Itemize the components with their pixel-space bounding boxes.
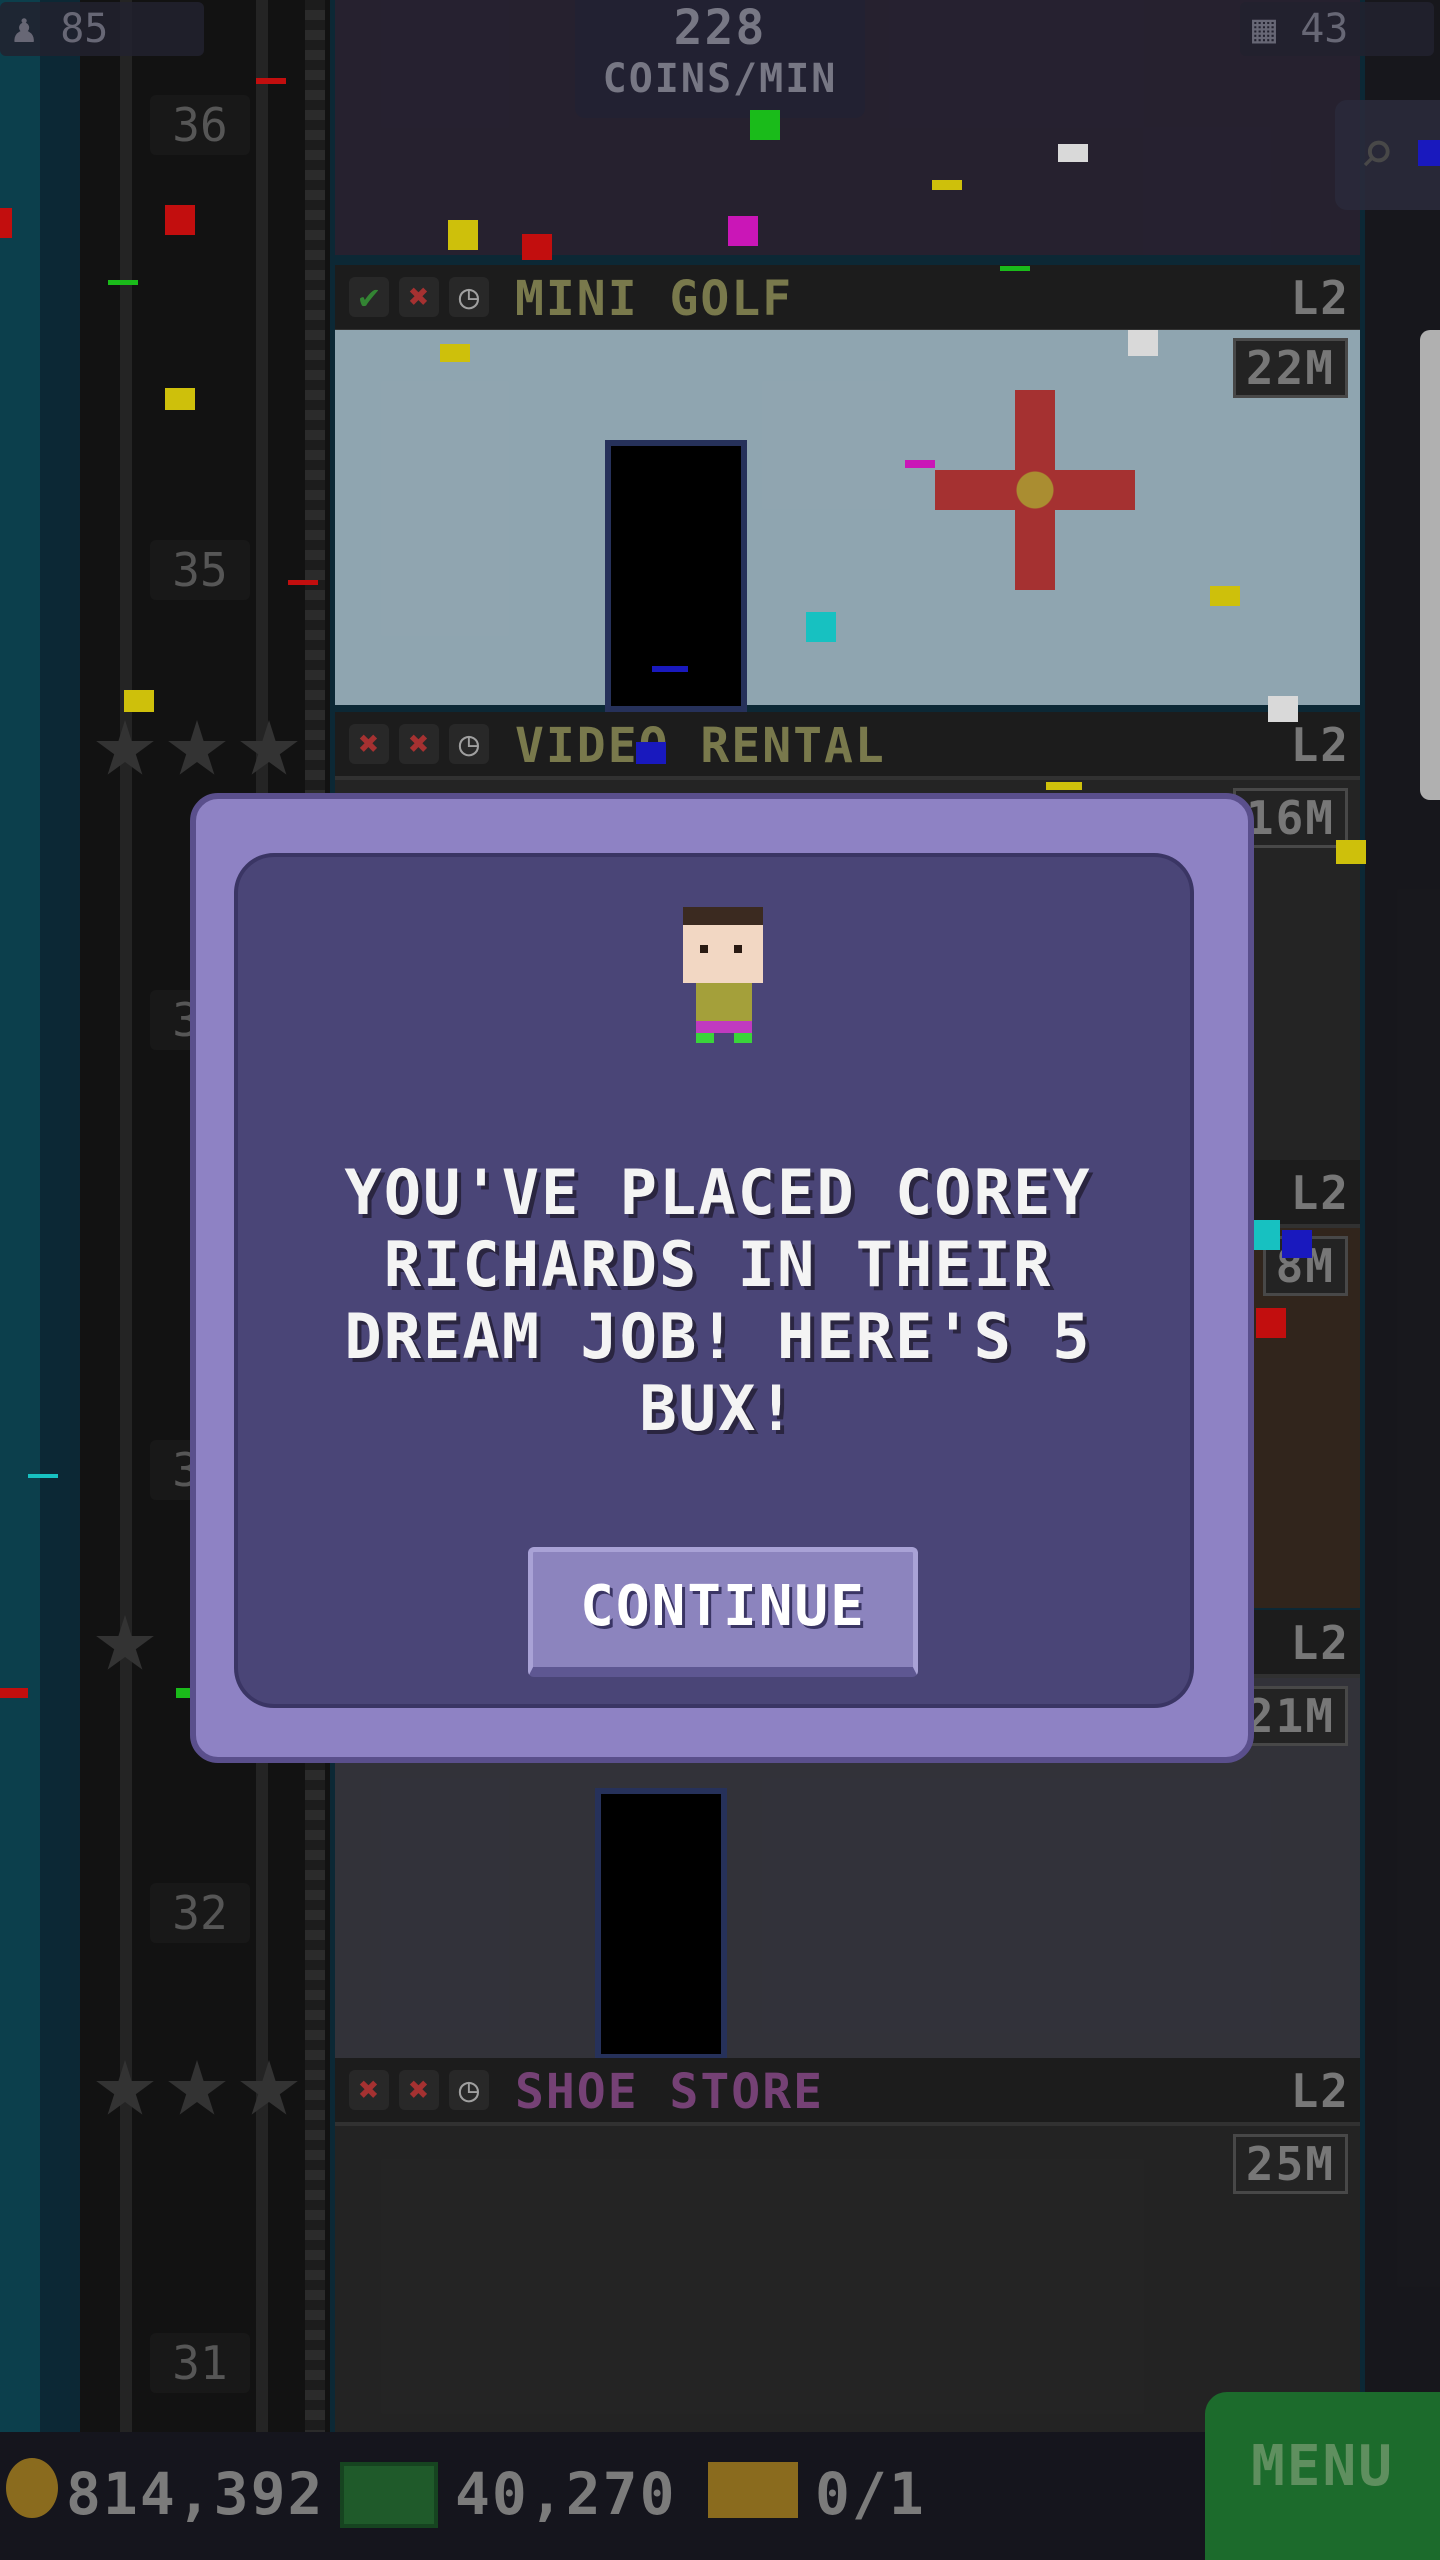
- avatar-face: [683, 925, 763, 983]
- continue-button[interactable]: CONTINUE: [528, 1547, 918, 1677]
- avatar-pants: [696, 1021, 752, 1033]
- avatar-shoe: [696, 1033, 714, 1043]
- bux-value: 40,270: [455, 2460, 677, 2528]
- tickets-value: 0/1: [815, 2460, 926, 2528]
- coin-icon: [6, 2458, 58, 2518]
- bux-icon: [340, 2462, 438, 2528]
- avatar: [678, 907, 768, 1047]
- coins-value: 814,392: [66, 2460, 325, 2528]
- menu-button[interactable]: MENU: [1205, 2392, 1440, 2560]
- avatar-shirt: [696, 983, 752, 1023]
- avatar-eye: [734, 945, 742, 953]
- ticket-icon: [708, 2462, 798, 2518]
- reward-dialog: YOU'VE PLACED COREY RICHARDS IN THEIR DR…: [190, 793, 1254, 1763]
- avatar-eye: [700, 945, 708, 953]
- bottom-bar: 814,392 40,270 0/1 MENU: [0, 2392, 1440, 2560]
- avatar-shoe: [734, 1033, 752, 1043]
- reward-message: YOU'VE PLACED COREY RICHARDS IN THEIR DR…: [344, 1156, 1092, 1445]
- reward-dialog-panel: YOU'VE PLACED COREY RICHARDS IN THEIR DR…: [234, 853, 1194, 1708]
